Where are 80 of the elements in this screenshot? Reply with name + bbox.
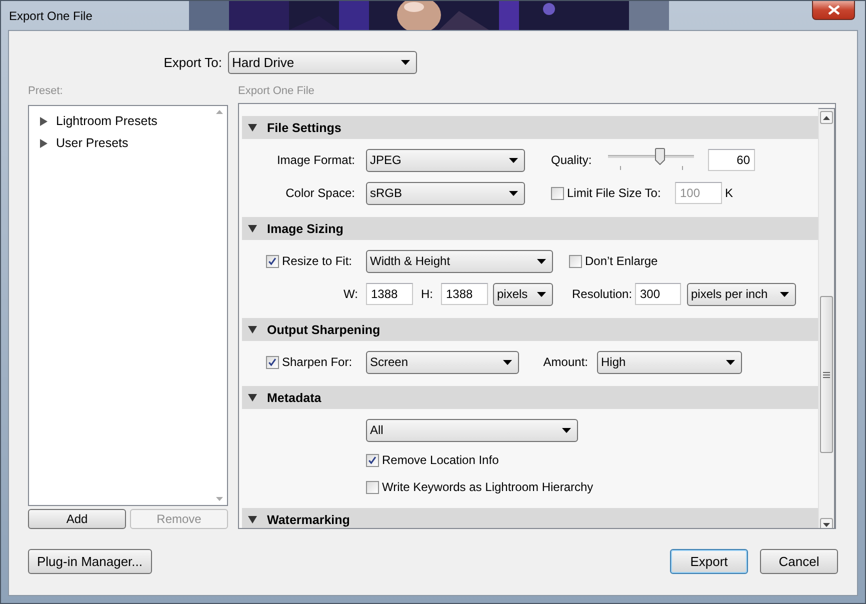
checkbox-label[interactable]: Write Keywords as Lightroom Hierarchy [382,480,594,494]
input-field[interactable]: 300 [635,283,681,305]
caret-icon [537,292,546,296]
panel-label: Export One File [238,85,314,97]
expanded-triangle-icon[interactable] [248,325,257,334]
checkbox-label[interactable]: Resize to Fit: [282,254,352,268]
checkbox[interactable] [366,454,379,466]
expanded-triangle-icon[interactable] [248,123,257,132]
field-label: Image Format: [276,153,356,167]
caret-icon [537,258,546,264]
dialog-button[interactable]: Export [670,549,748,574]
section-title: Watermarking [267,512,350,526]
collapsed-triangle-icon[interactable] [39,138,48,148]
section-header[interactable]: Metadata [242,386,818,409]
section-title: Output Sharpening [267,322,380,336]
dialog-button[interactable]: Plug-in Manager... [28,549,152,574]
input-field[interactable]: 1388 [366,283,413,305]
dropdown[interactable]: Screen [366,350,519,374]
checkbox[interactable] [569,254,582,268]
close-icon [828,5,840,15]
caret-icon [509,190,518,196]
section-header[interactable]: Output Sharpening [242,318,818,341]
section-header[interactable]: Image Sizing [242,217,818,240]
input-field[interactable]: 1388 [441,283,488,305]
field-label: W: [342,287,359,301]
caret-icon [726,360,735,364]
close-button[interactable] [812,1,855,20]
export-to-dropdown[interactable]: Hard Drive [228,51,417,74]
section-title: Metadata [267,390,322,404]
checkbox-label[interactable]: Limit File Size To: [567,186,661,200]
dialog-button[interactable]: Cancel [760,549,838,574]
section-title: Image Sizing [267,222,344,236]
checkbox-label[interactable]: Sharpen For: [282,355,352,369]
checkbox-label[interactable]: Remove Location Info [382,453,499,467]
slider-thumb[interactable] [654,148,665,165]
collapsed-triangle-icon[interactable] [39,116,48,126]
section-header[interactable]: Watermarking [242,508,818,528]
checkbox-label[interactable]: Don’t Enlarge [585,254,658,268]
scrollbar-thumb[interactable] [820,296,833,453]
quality-slider[interactable] [608,148,694,172]
caret-icon [780,292,789,296]
field-label: Quality: [551,153,593,167]
caret-icon [509,158,518,162]
dropdown[interactable]: JPEG [366,148,525,172]
field-label: Amount: [542,355,589,369]
scroll-up-icon [823,116,830,120]
grip-icon [823,372,830,378]
scrollbar[interactable] [818,108,835,528]
field-label: Resolution: [572,287,634,301]
dropdown[interactable]: Width & Height [366,250,553,272]
caret-icon [401,60,410,65]
export-to-label: Export To: [162,55,223,70]
field-label: H: [420,287,434,301]
expanded-triangle-icon[interactable] [248,515,257,524]
checkbox[interactable] [366,480,379,494]
expanded-triangle-icon[interactable] [248,224,257,233]
dropdown[interactable]: pixels [493,282,553,306]
tree-item[interactable]: User Presets [56,136,128,150]
preset-button[interactable]: Add [28,509,126,529]
scroll-down-icon [823,522,830,526]
checkbox[interactable] [551,186,564,200]
dropdown[interactable]: High [597,350,742,374]
field-label: K [725,186,734,200]
dropdown[interactable]: sRGB [366,182,525,204]
window-title: Export One File [8,8,94,23]
caret-icon [562,428,571,432]
scroll-down-button[interactable] [820,518,833,528]
checkbox[interactable] [266,254,279,268]
checkbox[interactable] [266,356,279,368]
expanded-triangle-icon[interactable] [248,393,257,402]
field-label: Color Space: [284,186,356,200]
section-header[interactable]: File Settings [242,116,818,139]
caret-icon [503,360,512,364]
section-title: File Settings [267,120,342,134]
preset-label: Preset: [28,85,63,97]
scroll-up-button[interactable] [820,111,833,124]
input-field[interactable]: 60 [708,149,755,171]
dropdown[interactable]: pixels per inch [687,282,796,306]
dropdown[interactable]: All [366,418,578,442]
tree-item[interactable]: Lightroom Presets [56,114,158,128]
